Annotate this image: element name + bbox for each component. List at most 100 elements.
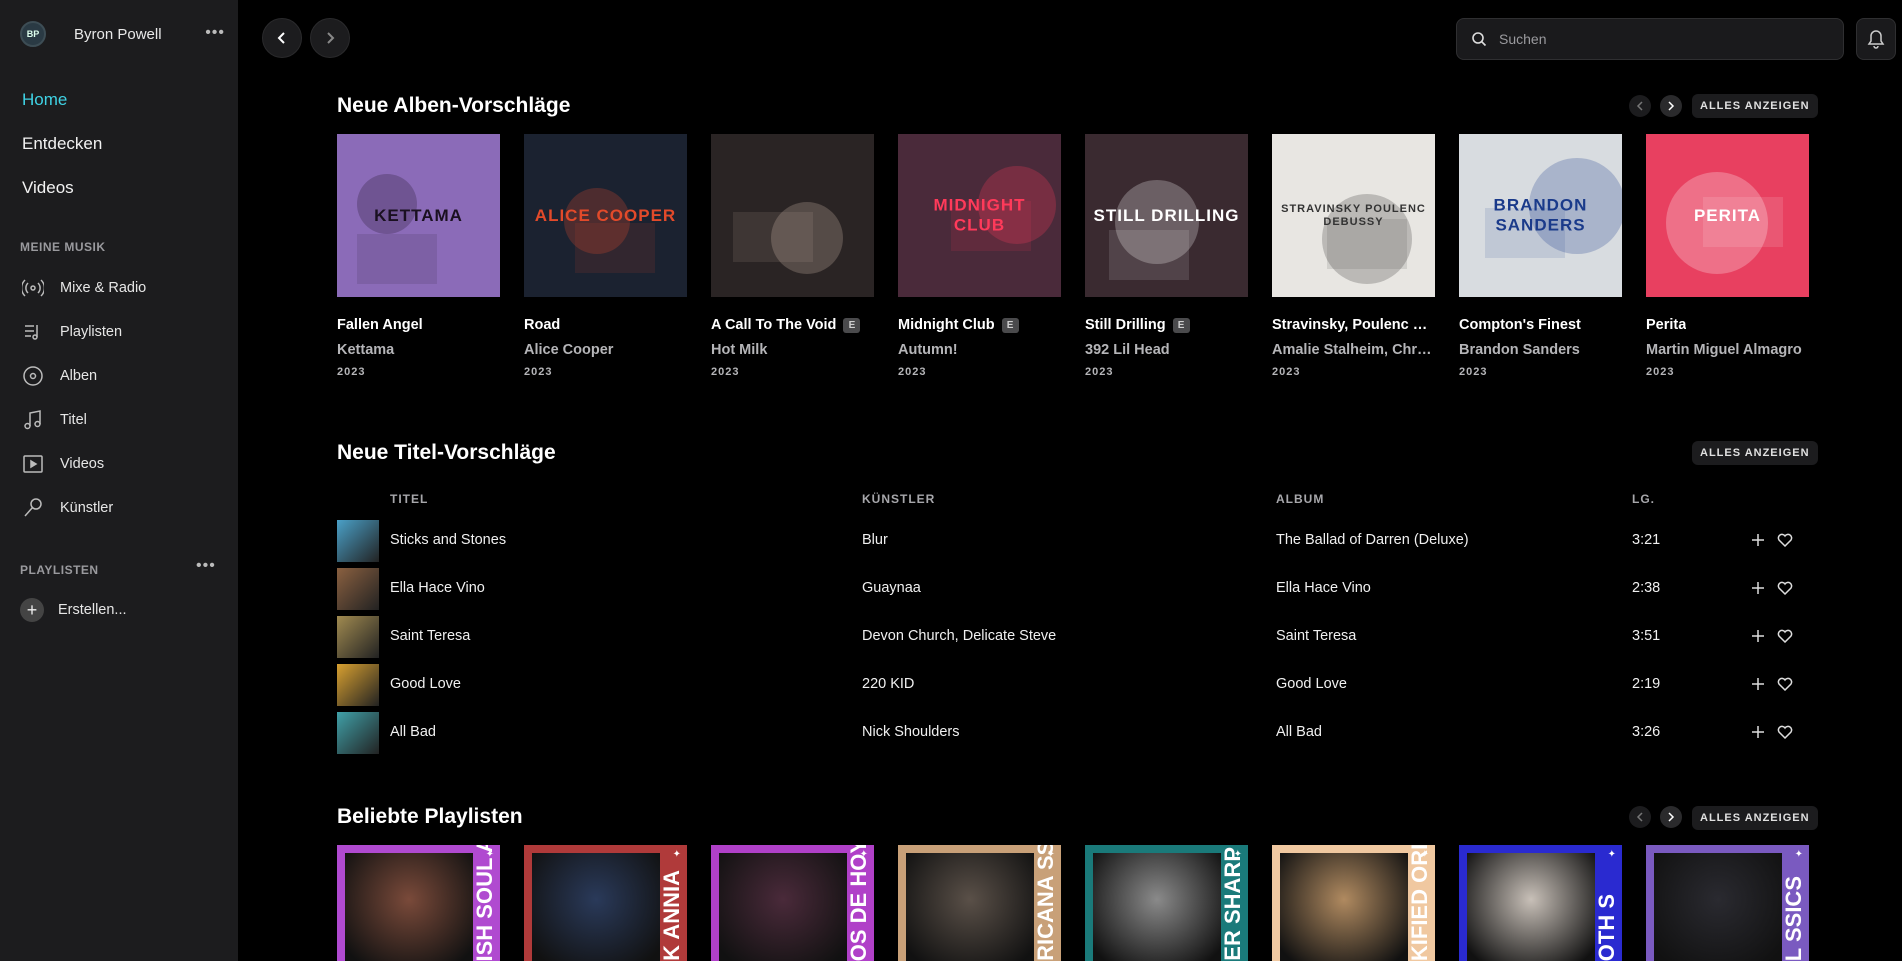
album-artist[interactable]: Kettama [337, 342, 500, 358]
album-cover[interactable]: STRAVINSKY POULENC DEBUSSY [1272, 134, 1435, 297]
sidebar-item-albums[interactable]: Alben [20, 354, 220, 398]
album-artist[interactable]: Alice Cooper [524, 342, 687, 358]
tracks-see-all-button[interactable]: ALLES ANZEIGEN [1692, 441, 1818, 465]
album-artist[interactable]: Brandon Sanders [1459, 342, 1622, 358]
track-title[interactable]: All Bad [390, 724, 436, 740]
album-cover[interactable] [711, 134, 874, 297]
avatar[interactable]: BP [20, 21, 46, 47]
album-card[interactable]: PERITA Perita Martin Miguel Almagro 2023 [1646, 134, 1809, 378]
albums-next-button[interactable] [1660, 95, 1682, 117]
favorite-button[interactable] [1775, 530, 1795, 550]
album-title[interactable]: Fallen Angel [337, 317, 500, 333]
track-album[interactable]: The Ballad of Darren (Deluxe) [1276, 532, 1469, 548]
user-name[interactable]: Byron Powell [74, 26, 162, 43]
track-artist[interactable]: Nick Shoulders [862, 724, 960, 740]
table-row[interactable]: Saint Teresa Devon Church, Delicate Steve… [337, 614, 1811, 658]
track-thumbnail[interactable] [337, 520, 379, 562]
table-row[interactable]: Sticks and Stones Blur The Ballad of Darre… [337, 518, 1811, 562]
album-title[interactable]: A Call To The Void E [711, 317, 874, 333]
track-thumbnail[interactable] [337, 568, 379, 610]
track-album[interactable]: Saint Teresa [1276, 628, 1356, 644]
track-artist[interactable]: Devon Church, Delicate Steve [862, 628, 1056, 644]
sidebar-item-tracks[interactable]: Titel [20, 398, 220, 442]
sidebar-item-mixes-radio[interactable]: Mixe & Radio [20, 266, 220, 310]
playlists-prev-button[interactable] [1629, 806, 1651, 828]
album-card[interactable]: ALICE COOPER Road Alice Cooper 2023 [524, 134, 687, 378]
track-thumbnail[interactable] [337, 712, 379, 754]
albums-see-all-button[interactable]: ALLES ANZEIGEN [1692, 94, 1818, 118]
search-box[interactable] [1456, 18, 1844, 60]
track-artist[interactable]: Guaynaa [862, 580, 921, 596]
album-artist[interactable]: Hot Milk [711, 342, 874, 358]
forward-button[interactable] [310, 18, 350, 58]
track-artist[interactable]: Blur [862, 532, 888, 548]
playlist-card[interactable]: L SSICS ✦ [1646, 845, 1809, 961]
album-cover[interactable]: BRANDON SANDERS [1459, 134, 1622, 297]
album-cover[interactable]: ALICE COOPER [524, 134, 687, 297]
track-thumbnail[interactable] [337, 616, 379, 658]
album-card[interactable]: STILL DRILLING Still Drilling E 392 Lil Hea… [1085, 134, 1248, 378]
albums-prev-button[interactable] [1629, 95, 1651, 117]
playlists-more-icon[interactable]: ••• [196, 557, 216, 575]
album-title[interactable]: Midnight Club E [898, 317, 1061, 333]
add-to-playlist-button[interactable] [1748, 674, 1768, 694]
add-to-playlist-button[interactable] [1748, 530, 1768, 550]
playlists-see-all-button[interactable]: ALLES ANZEIGEN [1692, 806, 1818, 830]
search-input[interactable] [1499, 31, 1819, 47]
album-title[interactable]: Perita [1646, 317, 1809, 333]
sidebar-item-playlists[interactable]: Playlisten [20, 310, 220, 354]
album-artist[interactable]: Amalie Stalheim, Christian Ihle Hadland [1272, 342, 1435, 358]
favorite-button[interactable] [1775, 578, 1795, 598]
playlist-card[interactable]: ISH SOUL ASION ✦ [337, 845, 500, 961]
playlist-card[interactable]: OTH S ✦ [1459, 845, 1622, 961]
album-artist[interactable]: Autumn! [898, 342, 1061, 358]
track-title[interactable]: Good Love [390, 676, 461, 692]
favorite-button[interactable] [1775, 674, 1795, 694]
album-cover[interactable]: STILL DRILLING [1085, 134, 1248, 297]
album-title[interactable]: Still Drilling E [1085, 317, 1248, 333]
column-header-artist[interactable]: KÜNSTLER [862, 492, 935, 506]
table-row[interactable]: All Bad Nick Shoulders All Bad 3:26 [337, 710, 1811, 754]
album-title[interactable]: Stravinsky, Poulenc & Debussy [1272, 317, 1435, 333]
track-title[interactable]: Saint Teresa [390, 628, 470, 644]
nav-videos[interactable]: Videos [22, 176, 102, 220]
add-to-playlist-button[interactable] [1748, 626, 1768, 646]
album-title[interactable]: Compton's Finest [1459, 317, 1622, 333]
sidebar-item-artists[interactable]: Künstler [20, 486, 220, 530]
playlists-next-button[interactable] [1660, 806, 1682, 828]
table-row[interactable]: Good Love 220 KID Good Love 2:19 [337, 662, 1811, 706]
nav-home[interactable]: Home [22, 88, 102, 132]
add-to-playlist-button[interactable] [1748, 578, 1768, 598]
album-card[interactable]: MIDNIGHT CLUB Midnight Club E Autumn! 2023 [898, 134, 1061, 378]
track-album[interactable]: All Bad [1276, 724, 1322, 740]
column-header-title[interactable]: TITEL [390, 492, 428, 506]
favorite-button[interactable] [1775, 722, 1795, 742]
back-button[interactable] [262, 18, 302, 58]
column-header-duration[interactable]: LG. [1632, 492, 1655, 506]
track-title[interactable]: Sticks and Stones [390, 532, 506, 548]
playlist-card[interactable]: RICANA SSICS ✦ [898, 845, 1061, 961]
album-title[interactable]: Road [524, 317, 687, 333]
album-card[interactable]: BRANDON SANDERS Compton's Finest Brandon S… [1459, 134, 1622, 378]
nav-discover[interactable]: Entdecken [22, 132, 102, 176]
album-artist[interactable]: 392 Lil Head [1085, 342, 1248, 358]
album-card[interactable]: STRAVINSKY POULENC DEBUSSY Stravinsky, Po… [1272, 134, 1435, 378]
profile-more-icon[interactable]: ••• [205, 24, 225, 42]
track-album[interactable]: Good Love [1276, 676, 1347, 692]
notifications-button[interactable] [1856, 18, 1896, 60]
sidebar-item-videos[interactable]: Videos [20, 442, 220, 486]
track-album[interactable]: Ella Hace Vino [1276, 580, 1371, 596]
create-playlist-button[interactable]: + Erstellen... [20, 598, 127, 622]
table-row[interactable]: Ella Hace Vino Guaynaa Ella Hace Vino 2:38 [337, 566, 1811, 610]
album-artist[interactable]: Martin Miguel Almagro [1646, 342, 1809, 358]
track-artist[interactable]: 220 KID [862, 676, 914, 692]
track-title[interactable]: Ella Hace Vino [390, 580, 485, 596]
album-cover[interactable]: MIDNIGHT CLUB [898, 134, 1061, 297]
album-card[interactable]: A Call To The Void E Hot Milk 2023 [711, 134, 874, 378]
column-header-album[interactable]: ALBUM [1276, 492, 1324, 506]
playlist-card[interactable]: OS DE HOY ✦ [711, 845, 874, 961]
album-cover[interactable]: KETTAMA [337, 134, 500, 297]
album-card[interactable]: KETTAMA Fallen Angel Kettama 2023 [337, 134, 500, 378]
playlist-card[interactable]: KIFIED ORITES ✦ [1272, 845, 1435, 961]
add-to-playlist-button[interactable] [1748, 722, 1768, 742]
